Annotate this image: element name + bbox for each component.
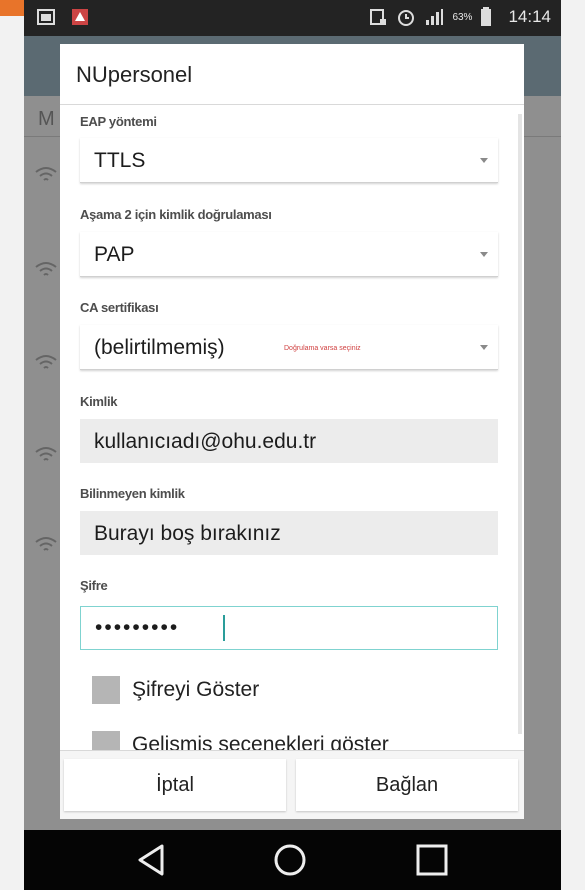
alarm-icon [396,7,416,27]
background-wifi-icon [34,261,58,279]
anonymous-identity-value: Burayı boş bırakınız [94,522,281,545]
eap-method-dropdown[interactable]: TTLS [80,138,498,183]
signal-icon [424,7,444,27]
anonymous-identity-input[interactable]: Burayı boş bırakınız [80,511,498,555]
dialog-button-bar: İptal Bağlan [60,750,524,819]
show-password-label[interactable]: Şifreyi Göster [132,678,259,702]
background-wifi-icon [34,166,58,184]
identity-label: Kimlik [80,394,118,409]
battery-icon [480,7,500,27]
wifi-network-dialog: NUpersonel EAP yöntemi TTLS Aşama 2 için… [60,44,524,819]
phone-screen: 63% 14:14 M NUpersonel EAP yöntemi TTLS … [24,0,561,890]
show-password-checkbox[interactable] [92,676,120,704]
anonymous-identity-label: Bilinmeyen kimlik [80,486,185,501]
status-bar: 63% 14:14 [24,0,561,36]
back-icon[interactable] [134,842,168,883]
home-icon[interactable] [272,842,308,883]
cancel-button[interactable]: İptal [64,759,286,811]
phase2-auth-value: PAP [94,243,135,266]
advanced-options-checkbox[interactable] [92,731,120,750]
text-cursor [223,615,225,641]
identity-value: kullanıcıadı@ohu.edu.tr [94,430,317,453]
background-wifi-icon [34,446,58,464]
dropdown-arrow-icon [480,252,488,257]
eap-method-label: EAP yöntemi [80,114,157,129]
background-heading-fragment: M [38,108,55,130]
ca-certificate-dropdown[interactable]: (belirtilmemiş) Doğrulama varsa seçiniz [80,325,498,370]
background-wifi-icon [34,354,58,372]
nfc-icon [368,7,388,27]
password-label: Şifre [80,578,108,593]
dropdown-arrow-icon [480,158,488,163]
recent-apps-icon[interactable] [414,842,450,883]
phase2-auth-label: Aşama 2 için kimlik doğrulaması [80,207,272,222]
ca-certificate-value: (belirtilmemiş) [94,336,225,359]
dropdown-arrow-icon [480,345,488,350]
advanced-options-label[interactable]: Gelişmiş seçenekleri göster [132,733,389,750]
dialog-content[interactable]: EAP yöntemi TTLS Aşama 2 için kimlik doğ… [60,106,524,750]
navigation-bar [24,830,561,890]
battery-percent: 63% [452,11,473,23]
dialog-title: NUpersonel [76,62,193,87]
gallery-notification-icon [36,7,56,27]
clock: 14:14 [508,7,551,26]
password-input[interactable]: ••••••••• [80,606,498,650]
eap-method-value: TTLS [94,149,146,172]
password-value: ••••••••• [95,616,180,639]
background-wifi-icon [34,536,58,554]
dialog-title-divider [60,104,524,105]
ca-certificate-hint: Doğrulama varsa seçiniz [284,345,361,352]
ca-certificate-label: CA sertifikası [80,300,159,315]
app-notification-icon [70,7,90,27]
connect-button[interactable]: Bağlan [296,759,518,811]
identity-input[interactable]: kullanıcıadı@ohu.edu.tr [80,419,498,463]
orange-corner-accent [0,0,24,16]
phase2-auth-dropdown[interactable]: PAP [80,232,498,277]
